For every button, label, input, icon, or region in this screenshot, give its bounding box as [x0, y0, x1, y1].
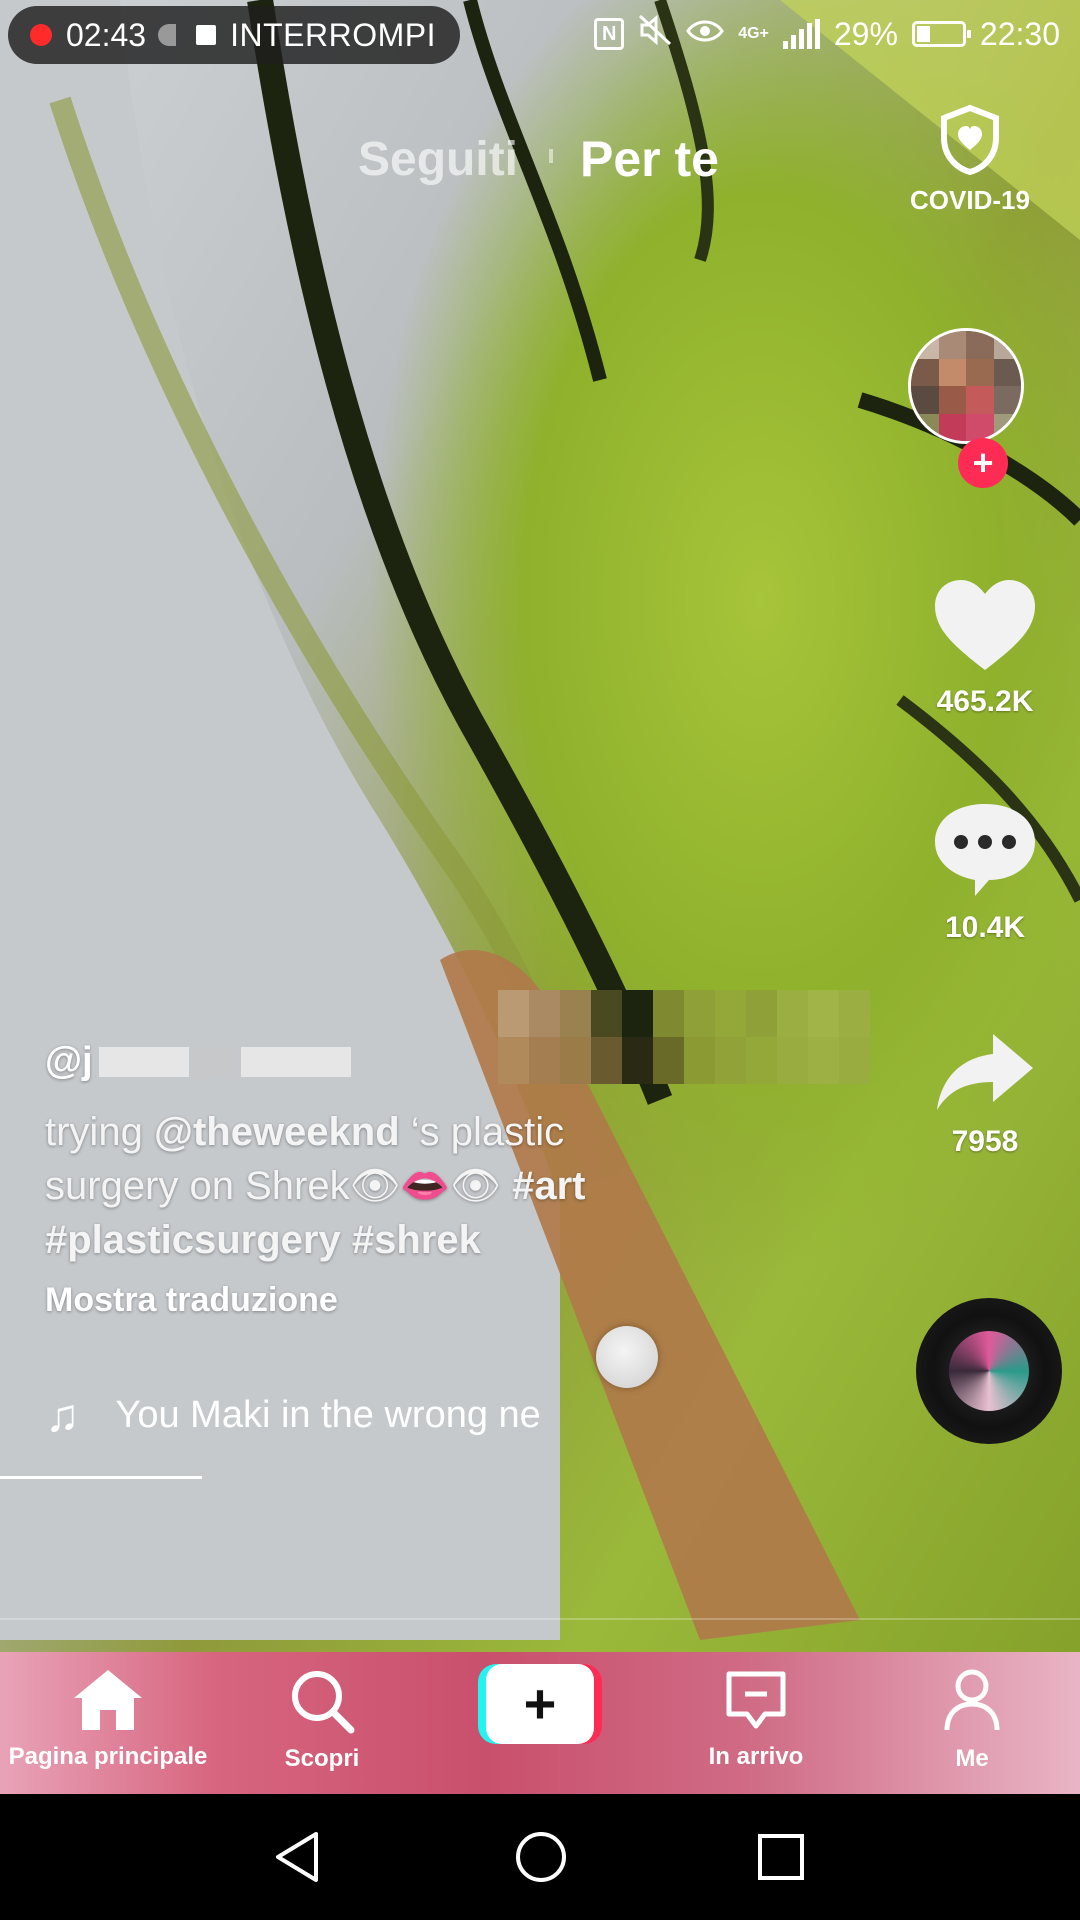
nav-inbox-label: In arrivo: [708, 1743, 804, 1770]
nav-inbox[interactable]: In arrivo: [700, 1652, 812, 1794]
recents-icon[interactable]: [756, 1832, 806, 1887]
status-bar: 02:43 INTERROMPI N 4G+ 29% 22:30: [0, 0, 1080, 74]
divider: [0, 1618, 1080, 1620]
music-title: You Maki in the wrong ne: [115, 1393, 541, 1436]
creator-avatar[interactable]: [908, 328, 1024, 444]
music-cover: [949, 1331, 1029, 1411]
mute-icon: [638, 14, 672, 54]
tab-separator: [549, 149, 553, 163]
plus-icon: +: [486, 1664, 594, 1744]
tab-following[interactable]: Seguiti: [358, 132, 518, 187]
battery-percent: 29%: [833, 15, 898, 52]
signal-icon: [782, 19, 820, 49]
video-background[interactable]: [0, 0, 1080, 1920]
nav-home[interactable]: Pagina principale: [0, 1652, 216, 1794]
network-type: 4G+: [738, 25, 769, 42]
music-info[interactable]: ♫ You Maki in the wrong ne: [45, 1388, 541, 1442]
comment-count: 10.4K: [944, 911, 1026, 944]
creator-username[interactable]: @j: [45, 1040, 685, 1083]
profile-icon: [920, 1668, 1024, 1739]
stop-icon[interactable]: [196, 25, 217, 45]
battery-icon: [911, 21, 971, 47]
nav-discover[interactable]: Scopri: [262, 1652, 382, 1794]
follow-plus-button[interactable]: +: [958, 438, 1008, 488]
eye-comfort-icon: [686, 15, 724, 53]
touch-indicator: [596, 1326, 658, 1388]
shield-heart-icon: [938, 104, 1002, 180]
nav-home-label: Pagina principale: [8, 1743, 208, 1770]
nav-discover-label: Scopri: [284, 1745, 360, 1772]
redacted-block: [240, 1046, 351, 1077]
inbox-icon: [700, 1670, 812, 1737]
hashtag-link[interactable]: #art: [512, 1164, 585, 1208]
record-dot-icon: [30, 24, 52, 46]
video-caption: @j trying @theweeknd ‘s plastic surgery …: [45, 1040, 685, 1320]
covid-label: COVID-19: [910, 185, 1030, 215]
comment-button[interactable]: 10.4K: [920, 800, 1050, 945]
mention-link[interactable]: @theweeknd: [154, 1110, 400, 1154]
like-button[interactable]: 465.2K: [920, 578, 1050, 719]
show-translation-button[interactable]: Mostra traduzione: [45, 1281, 685, 1320]
system-nav-bar: [0, 1794, 1080, 1920]
home-circle-icon[interactable]: [514, 1830, 568, 1889]
share-count: 7958: [951, 1125, 1019, 1158]
heart-icon: [931, 580, 1039, 678]
system-indicators: N 4G+ 29% 22:30: [594, 14, 1060, 54]
hashtag-link[interactable]: #plasticsurgery: [45, 1218, 341, 1262]
search-icon: [262, 1668, 382, 1739]
music-note-icon: ♫: [45, 1389, 80, 1441]
recording-time: 02:43: [66, 16, 147, 53]
back-icon[interactable]: [272, 1830, 322, 1889]
clock: 22:30: [979, 15, 1060, 52]
like-count: 465.2K: [936, 685, 1034, 718]
hashtag-link[interactable]: #shrek: [352, 1218, 481, 1262]
redacted-block: [194, 1046, 235, 1077]
create-video-button[interactable]: +: [478, 1664, 602, 1744]
redacted-block: [98, 1046, 189, 1077]
nav-me-label: Me: [955, 1745, 989, 1772]
share-arrow-icon: [933, 1034, 1037, 1118]
comment-icon: [931, 804, 1039, 904]
home-icon: [0, 1668, 216, 1737]
nfc-icon: N: [594, 18, 625, 50]
video-description: trying @theweeknd ‘s plastic surgery on …: [45, 1110, 586, 1262]
share-button[interactable]: 7958: [920, 1030, 1050, 1159]
covid-button[interactable]: COVID-19: [905, 104, 1035, 216]
recording-indicator-icon: [158, 24, 177, 46]
video-artwork: [0, 0, 1080, 1640]
nav-me[interactable]: Me: [920, 1652, 1024, 1794]
bottom-nav: Pagina principale Scopri + In arrivo Me: [0, 1652, 1080, 1794]
tab-for-you[interactable]: Per te: [580, 130, 719, 188]
stop-recording-button[interactable]: INTERROMPI: [230, 17, 436, 54]
music-disc[interactable]: [916, 1298, 1062, 1444]
screen-recording-pill[interactable]: 02:43 INTERROMPI: [8, 6, 460, 64]
video-progress-bar[interactable]: [0, 1476, 202, 1479]
